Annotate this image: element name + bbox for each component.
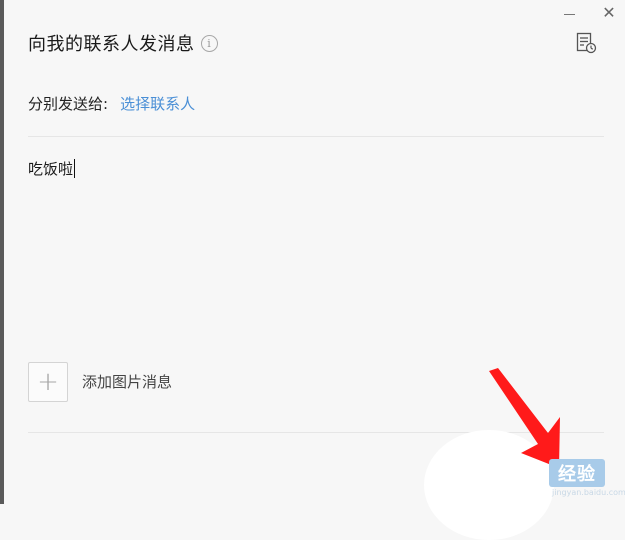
arrow-annotation-icon [489,368,560,468]
watermark-text: 经验 [558,464,596,485]
watermark-badge: 经验 [549,459,605,487]
watermark-sub: jingyan.baidu.com [552,488,625,497]
